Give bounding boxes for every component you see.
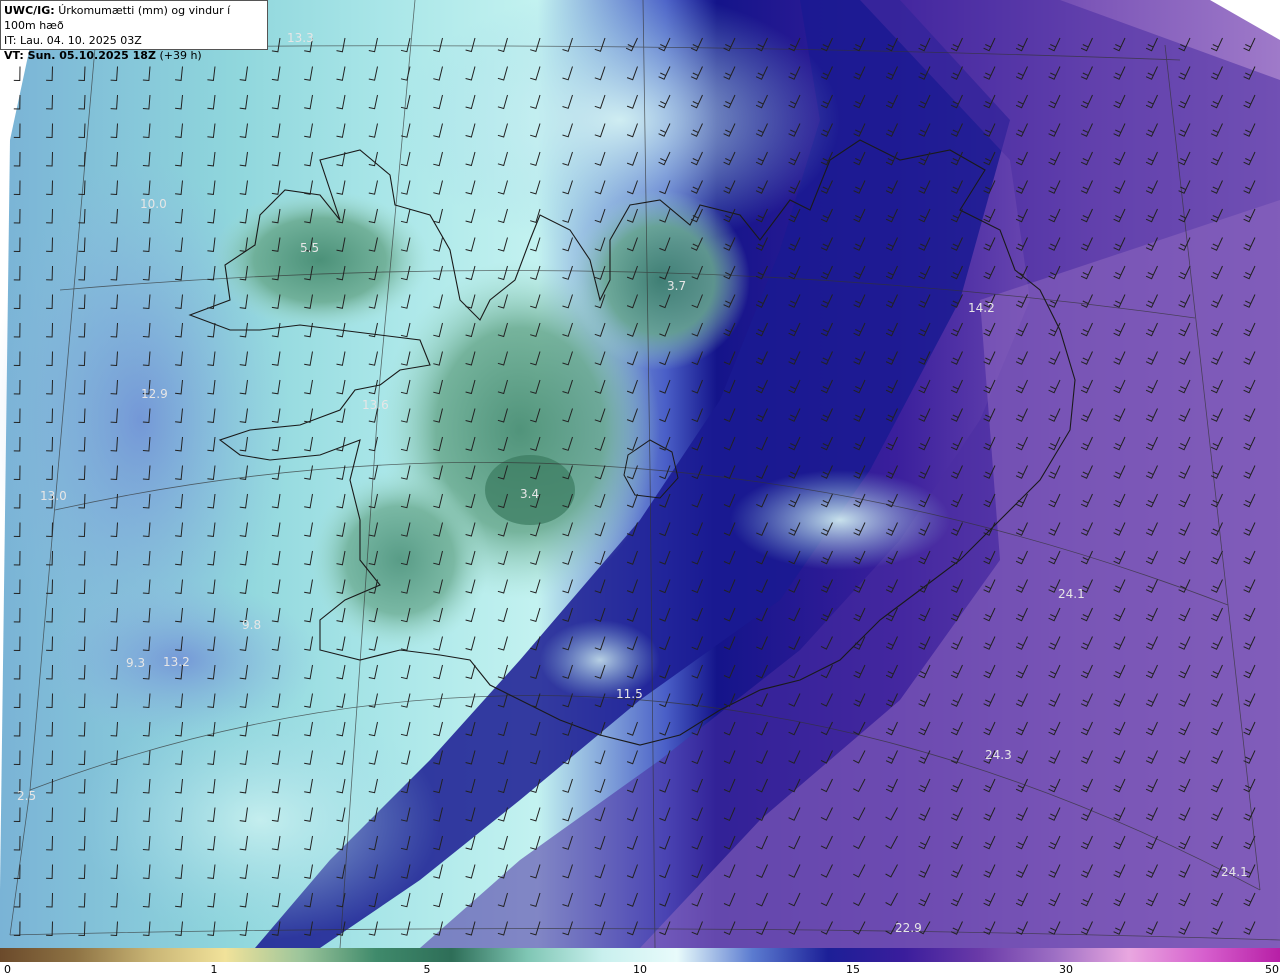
value-label: 13.3 bbox=[287, 31, 314, 45]
value-label: 9.3 bbox=[126, 656, 145, 670]
map-area[interactable]: 13.3 10.0 5.5 3.7 14.2 12.9 13.6 13.0 3.… bbox=[0, 0, 1280, 948]
value-label: 14.2 bbox=[968, 301, 995, 315]
value-label: 3.4 bbox=[520, 487, 539, 501]
value-label: 13.6 bbox=[362, 398, 389, 412]
colorbar-tick: 1 bbox=[210, 963, 218, 976]
colorbar-ticks: 0 1 5 10 15 30 50 bbox=[0, 962, 1280, 978]
colorbar-tick: 30 bbox=[1059, 963, 1073, 976]
colorbar-tick: 15 bbox=[846, 963, 860, 976]
value-label: 22.9 bbox=[895, 921, 922, 935]
colorbar-tick: 0 bbox=[4, 963, 11, 976]
value-label: 24.3 bbox=[985, 748, 1012, 762]
value-label: 5.5 bbox=[300, 241, 319, 255]
colorbar-tick: 5 bbox=[423, 963, 431, 976]
map-title-box: UWC/IG: Úrkomumætti (mm) og vindur í 100… bbox=[0, 0, 268, 62]
colorbar-legend bbox=[0, 948, 1280, 962]
value-label: 24.1 bbox=[1221, 865, 1248, 879]
value-label: 3.7 bbox=[667, 279, 686, 293]
valid-time: VT: Sun. 05.10.2025 18Z bbox=[4, 49, 156, 62]
value-label: 24.1 bbox=[1058, 587, 1085, 601]
colorbar-tick: 50 bbox=[1265, 963, 1279, 976]
value-label: 9.8 bbox=[242, 618, 261, 632]
valid-offset: (+39 h) bbox=[159, 49, 202, 62]
precipitable-water-map: 13.3 10.0 5.5 3.7 14.2 12.9 13.6 13.0 3.… bbox=[0, 0, 1280, 948]
value-label: 13.2 bbox=[163, 655, 190, 669]
colorbar-tick: 10 bbox=[633, 963, 647, 976]
value-label: 13.0 bbox=[40, 489, 67, 503]
value-label: 12.9 bbox=[141, 387, 168, 401]
value-label: 10.0 bbox=[140, 197, 167, 211]
issue-time: IT: Lau. 04. 10. 2025 03Z bbox=[4, 34, 142, 47]
value-label: 11.5 bbox=[616, 687, 643, 701]
product-code: UWC/IG: bbox=[4, 4, 55, 17]
value-label: 2.5 bbox=[17, 789, 36, 803]
